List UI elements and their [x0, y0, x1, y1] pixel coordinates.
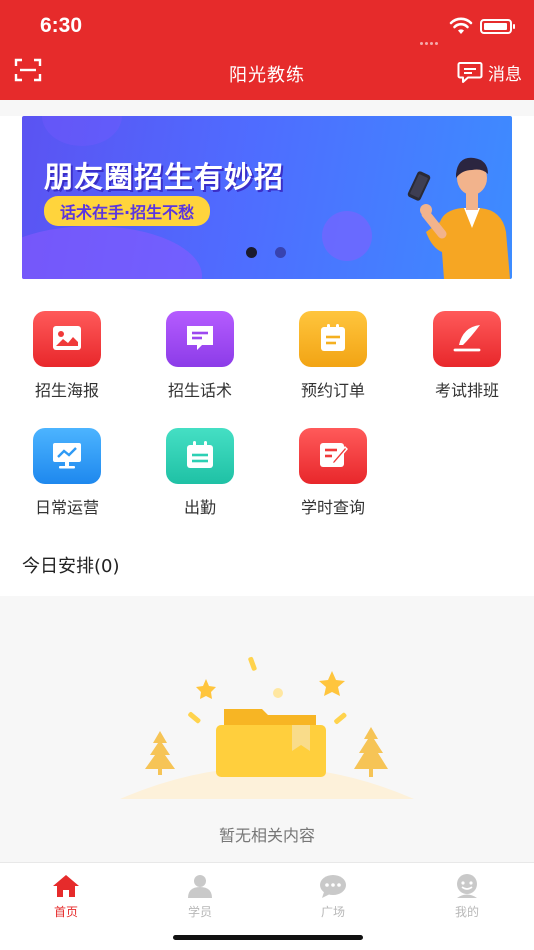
feature-label: 预约订单	[300, 381, 365, 400]
empty-state-text: 暂无相关内容	[218, 826, 315, 845]
page-title: 阳光教练	[229, 65, 305, 86]
feature-label: 日常运营	[34, 498, 99, 517]
home-indicator[interactable]	[173, 935, 363, 940]
feather-icon	[433, 311, 501, 367]
feature-label: 招生话术	[167, 381, 232, 400]
profile-icon	[457, 874, 477, 898]
feature-recruit-script[interactable]: 招生话术	[140, 311, 260, 401]
feature-exam-schedule[interactable]: 考试排班	[407, 311, 527, 401]
feature-attendance[interactable]: 出勤	[140, 428, 260, 518]
tab-label: 我的	[454, 905, 479, 919]
status-bar: 6:30	[0, 0, 534, 52]
feature-label: 出勤	[183, 498, 216, 517]
promo-banner[interactable]: 朋友圈招生有妙招 话术在手·招生不愁	[22, 116, 512, 279]
feature-label: 考试排班	[434, 381, 499, 400]
messages-button[interactable]: 消息	[457, 60, 522, 85]
tab-home[interactable]: 首页	[26, 873, 106, 920]
feature-recruit-poster[interactable]: 招生海报	[7, 311, 127, 401]
calendar-icon	[166, 428, 234, 484]
square-chat-icon	[320, 875, 346, 898]
app-header: 6:30 阳光教练 消息	[0, 0, 534, 100]
cellular-signal-icon	[420, 30, 442, 45]
tab-square[interactable]: 广场	[293, 873, 373, 920]
tab-students[interactable]: 学员	[160, 873, 240, 920]
chat-script-icon	[166, 311, 234, 367]
banner-dot-1[interactable]	[246, 247, 257, 258]
empty-folder-illustration	[120, 656, 414, 799]
banner-decoration	[42, 116, 122, 146]
banner-pagination	[246, 247, 286, 258]
banner-subtitle: 话术在手·招生不愁	[44, 196, 211, 226]
banner-decoration	[22, 226, 202, 279]
empty-state: 暂无相关内容	[0, 596, 534, 862]
banner-dot-2[interactable]	[275, 247, 286, 258]
message-icon	[457, 62, 483, 83]
feature-label: 学时查询	[300, 498, 365, 517]
feature-booking-orders[interactable]: 预约订单	[273, 311, 393, 401]
tab-mine[interactable]: 我的	[427, 873, 507, 920]
tab-label: 广场	[320, 905, 345, 919]
main-content: 朋友圈招生有妙招 话术在手·招生不愁 招生海报 招生话术 预约订单 考试排班 日…	[0, 116, 534, 596]
monitor-chart-icon	[33, 428, 101, 484]
feature-daily-operations[interactable]: 日常运营	[7, 428, 127, 518]
nav-bar: 阳光教练 消息	[0, 52, 534, 94]
edit-form-icon	[299, 428, 367, 484]
order-icon	[299, 311, 367, 367]
tab-label: 学员	[187, 905, 212, 919]
battery-icon	[480, 19, 515, 34]
messages-label: 消息	[488, 64, 522, 85]
tab-label: 首页	[53, 905, 78, 919]
poster-icon	[33, 311, 101, 367]
today-schedule-title: 今日安排(0)	[22, 556, 120, 577]
banner-title: 朋友圈招生有妙招	[44, 160, 285, 194]
status-time: 6:30	[40, 14, 83, 37]
feature-study-hours[interactable]: 学时查询	[273, 428, 393, 518]
feature-label: 招生海报	[34, 381, 99, 400]
banner-decoration	[322, 211, 372, 261]
student-icon	[188, 875, 212, 898]
home-icon	[53, 875, 79, 897]
wifi-icon	[449, 17, 473, 34]
person-with-phone-illustration	[407, 157, 510, 279]
